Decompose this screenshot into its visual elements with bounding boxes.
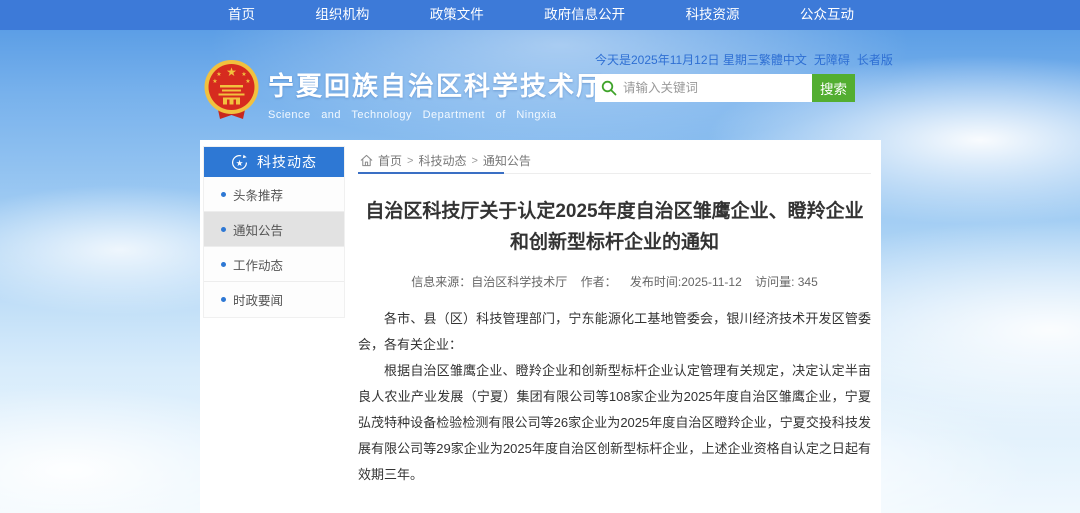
article-paragraph: 根据自治区雏鹰企业、瞪羚企业和创新型标杆企业认定管理有关规定，决定认定半亩良人农… bbox=[358, 358, 871, 488]
svg-text:★: ★ bbox=[216, 71, 221, 78]
bullet-icon bbox=[221, 262, 226, 267]
main-content: 首页 > 科技动态 > 通知公告 自治区科技厅关于认定2025年度自治区雏鹰企业… bbox=[358, 148, 871, 513]
meta-publish-time: 发布时间:2025-11-12 bbox=[630, 275, 742, 289]
search-box bbox=[595, 74, 812, 102]
quick-links: 繁體中文 无障碍 长者版 bbox=[759, 51, 893, 68]
bullet-icon bbox=[221, 297, 226, 302]
article-title-line1: 自治区科技厅关于认定2025年度自治区雏鹰企业、瞪羚企业 bbox=[358, 196, 871, 227]
link-accessibility[interactable]: 无障碍 bbox=[814, 51, 850, 68]
current-date: 今天是2025年11月12日 星期三 bbox=[595, 51, 759, 68]
sidebar-title: 科技动态 bbox=[257, 152, 317, 172]
article-meta: 信息来源：自治区科学技术厅 作者： 发布时间:2025-11-12 访问量: 3… bbox=[358, 273, 871, 290]
bullet-icon bbox=[221, 192, 226, 197]
nav-item-gov-info-disclosure[interactable]: 政府信息公开 bbox=[544, 0, 625, 30]
nav-item-home[interactable]: 首页 bbox=[228, 0, 255, 30]
search-bar: 搜索 bbox=[595, 74, 855, 102]
top-navigation-items: 首页 组织机构 政策文件 政府信息公开 科技资源 公众互动 bbox=[228, 0, 854, 30]
svg-text:★: ★ bbox=[236, 158, 244, 168]
nav-item-policy-documents[interactable]: 政策文件 bbox=[430, 0, 484, 30]
top-navigation-bar: 首页 组织机构 政策文件 政府信息公开 科技资源 公众互动 bbox=[0, 0, 1080, 30]
meta-source: 信息来源：自治区科学技术厅 bbox=[411, 275, 567, 289]
breadcrumb-separator: > bbox=[471, 155, 477, 167]
breadcrumb-home[interactable]: 首页 bbox=[378, 152, 402, 169]
link-traditional-chinese[interactable]: 繁體中文 bbox=[759, 51, 807, 68]
article-title-line2: 和创新型标杆企业的通知 bbox=[358, 227, 871, 258]
breadcrumb-active-underline bbox=[358, 172, 504, 174]
meta-views: 访问量: 345 bbox=[755, 275, 818, 289]
sidebar-item-label: 工作动态 bbox=[233, 255, 283, 274]
sidebar-item-label: 时政要闻 bbox=[233, 290, 283, 309]
search-icon bbox=[601, 80, 617, 96]
national-emblem-logo[interactable]: ★ ★ ★ ★ ★ bbox=[203, 59, 260, 122]
sidebar-item-notices[interactable]: 通知公告 bbox=[204, 212, 344, 247]
header-top-row: 今天是2025年11月12日 星期三 繁體中文 无障碍 长者版 bbox=[595, 51, 878, 68]
site-title: 宁夏回族自治区科学技术厅 bbox=[268, 66, 604, 103]
sidebar-item-headline-recommend[interactable]: 头条推荐 bbox=[204, 177, 344, 212]
site-title-block: 宁夏回族自治区科学技术厅 Science and Technology Depa… bbox=[268, 66, 604, 121]
sidebar-item-work-updates[interactable]: 工作动态 bbox=[204, 247, 344, 282]
article-title: 自治区科技厅关于认定2025年度自治区雏鹰企业、瞪羚企业 和创新型标杆企业的通知 bbox=[358, 196, 871, 258]
sidebar-item-label: 通知公告 bbox=[233, 220, 283, 239]
bullet-icon bbox=[221, 227, 226, 232]
article-paragraph: 各市、县（区）科技管理部门，宁东能源化工基地管委会，银川经济技术开发区管委会，各… bbox=[358, 306, 871, 358]
sidebar-sci-tech-news: ★ 科技动态 头条推荐 通知公告 工作动态 时政要闻 bbox=[203, 146, 345, 318]
breadcrumb: 首页 > 科技动态 > 通知公告 bbox=[358, 148, 871, 174]
sidebar-item-current-politics[interactable]: 时政要闻 bbox=[204, 282, 344, 317]
content-wrapper: ★ 科技动态 头条推荐 通知公告 工作动态 时政要闻 bbox=[200, 140, 881, 513]
sidebar-item-label: 头条推荐 bbox=[233, 185, 283, 204]
nav-item-public-interaction[interactable]: 公众互动 bbox=[800, 0, 854, 30]
search-button[interactable]: 搜索 bbox=[812, 74, 855, 102]
link-elderly-version[interactable]: 长者版 bbox=[857, 51, 893, 68]
svg-text:★: ★ bbox=[212, 78, 217, 85]
site-subtitle: Science and Technology Department of Nin… bbox=[268, 109, 604, 121]
meta-author: 作者： bbox=[581, 275, 617, 289]
article-body: 各市、县（区）科技管理部门，宁东能源化工基地管委会，银川经济技术开发区管委会，各… bbox=[358, 306, 871, 488]
page: 首页 组织机构 政策文件 政府信息公开 科技资源 公众互动 ★ ★ ★ ★ ★ … bbox=[0, 0, 1080, 513]
national-emblem-icon: ★ ★ ★ ★ ★ bbox=[203, 59, 260, 122]
sidebar-header[interactable]: ★ 科技动态 bbox=[204, 147, 344, 177]
breadcrumb-separator: > bbox=[407, 155, 413, 167]
nav-item-organization[interactable]: 组织机构 bbox=[315, 0, 369, 30]
nav-item-sci-tech-resources[interactable]: 科技资源 bbox=[686, 0, 740, 30]
breadcrumb-current-notices: 通知公告 bbox=[483, 152, 531, 169]
search-input[interactable] bbox=[623, 81, 806, 95]
svg-text:★: ★ bbox=[241, 71, 246, 78]
svg-text:★: ★ bbox=[245, 78, 250, 85]
circled-star-icon: ★ bbox=[231, 154, 248, 171]
svg-text:★: ★ bbox=[226, 65, 237, 79]
home-icon bbox=[360, 154, 373, 167]
breadcrumb-sci-tech-news[interactable]: 科技动态 bbox=[418, 152, 466, 169]
